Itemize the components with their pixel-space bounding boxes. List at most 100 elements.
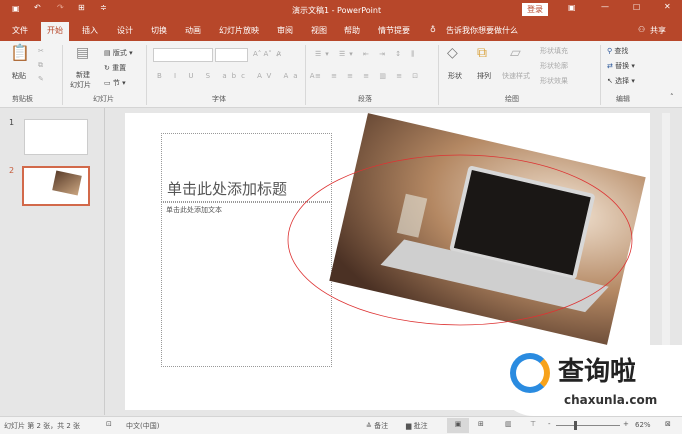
select-label: 选择 xyxy=(615,77,630,85)
tab-insert[interactable]: 插入 xyxy=(82,25,98,36)
zoom-slider-thumb[interactable] xyxy=(574,421,577,430)
shape-effects-button[interactable]: 形状效果 xyxy=(540,76,568,86)
replace-icon: ⇄ xyxy=(607,62,613,70)
group-label-paragraph: 段落 xyxy=(358,95,372,103)
thumbnail-pane: 1 2 xyxy=(0,108,105,415)
notes-label: 备注 xyxy=(374,422,389,430)
quick-styles-icon[interactable]: ▱ xyxy=(510,45,521,61)
ellipse-shape[interactable] xyxy=(285,148,635,333)
watermark-name: 查询啦 xyxy=(558,357,637,387)
zoom-level[interactable]: 62% xyxy=(635,421,651,429)
slide-info: 幻灯片 第 2 张，共 2 张 xyxy=(4,422,81,430)
share-button[interactable]: 共享 xyxy=(650,25,666,36)
shape-fill-button[interactable]: 形状填充 xyxy=(540,46,568,56)
save-icon[interactable]: ▣ xyxy=(12,4,20,13)
undo-icon[interactable]: ↶ xyxy=(34,3,41,12)
tab-help[interactable]: 帮助 xyxy=(344,25,360,36)
quick-styles-button[interactable]: 快速样式 xyxy=(502,71,530,81)
tab-file[interactable]: 文件 xyxy=(12,25,28,36)
tab-design[interactable]: 设计 xyxy=(117,25,133,36)
font-name-select[interactable] xyxy=(153,48,213,62)
group-label-font: 字体 xyxy=(212,95,226,103)
comments-label: 批注 xyxy=(413,422,428,430)
thumbnail-image xyxy=(52,170,82,196)
collapse-ribbon-icon[interactable]: ˄ xyxy=(670,93,674,101)
layout-button[interactable]: ▤ 版式 ▾ xyxy=(104,48,133,58)
spellcheck-icon[interactable]: ⊡ xyxy=(106,420,112,428)
share-icon[interactable]: ⚇ xyxy=(638,25,645,34)
tab-view[interactable]: 视图 xyxy=(311,25,327,36)
redo-icon[interactable]: ↷ xyxy=(57,3,64,12)
font-format-buttons[interactable]: B I U S abc AV Aa A xyxy=(157,72,320,80)
arrange-button[interactable]: 排列 xyxy=(477,71,491,81)
find-label: 查找 xyxy=(614,47,629,55)
minimize-button[interactable]: — xyxy=(601,2,609,11)
align-buttons[interactable]: ≡ ≡ ≡ ≡ ▥ ≡ ⊡ xyxy=(315,72,422,80)
group-label-drawing: 绘图 xyxy=(505,95,519,103)
tab-slideshow[interactable]: 幻灯片放映 xyxy=(219,25,259,36)
tab-review[interactable]: 审阅 xyxy=(277,25,293,36)
zoom-out-button[interactable]: - xyxy=(548,420,551,428)
copy-icon[interactable]: ⧉ xyxy=(38,61,43,70)
tab-transitions[interactable]: 切换 xyxy=(151,25,167,36)
cursor-icon: ↖ xyxy=(607,77,613,85)
window-title: 演示文稿1 - PowerPoint xyxy=(292,6,382,15)
shapes-button[interactable]: 形状 xyxy=(448,71,462,81)
present-icon[interactable]: ⊞ xyxy=(78,3,85,12)
tab-home[interactable]: 开始 xyxy=(41,22,69,41)
ribbon-tabs: 文件 开始 插入 设计 切换 动画 幻灯片放映 审阅 视图 帮助 情节提要 ♁ … xyxy=(0,20,682,41)
paste-icon[interactable]: 📋 xyxy=(10,43,30,62)
group-label-clipboard: 剪贴板 xyxy=(12,95,33,103)
reset-label: 重置 xyxy=(112,64,127,72)
replace-button[interactable]: ⇄ 替换 ▾ xyxy=(607,61,635,71)
shape-outline-button[interactable]: 形状轮廓 xyxy=(540,61,568,71)
title-bar: ▣ ↶ ↷ ⊞ ≑ 演示文稿1 - PowerPoint 登录 ▣ — ☐ ✕ xyxy=(0,0,682,20)
section-button[interactable]: ▭ 节 ▾ xyxy=(104,78,126,88)
new-slide-label[interactable]: 幻灯片 xyxy=(70,80,91,90)
replace-label: 替换 xyxy=(615,62,630,70)
find-button[interactable]: ⚲ 查找 xyxy=(607,46,628,56)
language-indicator[interactable]: 中文(中国) xyxy=(126,421,159,431)
slide-thumbnail-2[interactable] xyxy=(22,166,90,206)
paste-button[interactable]: 粘贴 xyxy=(12,71,26,81)
notes-button[interactable]: ≙ 备注 xyxy=(366,421,388,431)
content-placeholder-text: 单击此处添加文本 xyxy=(166,206,222,214)
fit-slide-button[interactable]: ⊠ xyxy=(665,420,671,428)
watermark-logo xyxy=(510,353,550,393)
maximize-button[interactable]: ☐ xyxy=(633,3,640,12)
close-button[interactable]: ✕ xyxy=(664,2,671,11)
ribbon: 📋 粘贴 ✂ ⧉ ✎ 剪贴板 ▤ 新建 幻灯片 ▤ 版式 ▾ ↻ 重置 ▭ 节 … xyxy=(0,41,682,108)
arrange-icon[interactable]: ⧉ xyxy=(477,45,487,61)
group-label-slides: 幻灯片 xyxy=(93,95,114,103)
watermark-url: chaxunla.com xyxy=(564,393,658,407)
ribbon-display-icon[interactable]: ▣ xyxy=(568,3,576,12)
list-buttons[interactable]: ☰▾ ☰▾ ⇤ ⇥ ↕ ⫼ xyxy=(315,50,419,59)
zoom-slider[interactable] xyxy=(556,425,620,426)
status-bar: 幻灯片 第 2 张，共 2 张 ⊡ 中文(中国) ≙ 备注 ▆ 批注 ▣ ⊞ ▥… xyxy=(0,416,682,434)
select-button[interactable]: ↖ 选择 ▾ xyxy=(607,76,635,86)
reading-view-button[interactable]: ▥ xyxy=(505,420,512,428)
shapes-icon[interactable]: ◇ xyxy=(447,45,458,61)
slideshow-button[interactable]: ⊤ xyxy=(530,420,536,428)
slide-thumbnail-1[interactable] xyxy=(24,119,88,155)
group-label-editing: 编辑 xyxy=(616,95,630,103)
customize-icon[interactable]: ≑ xyxy=(100,3,107,12)
tab-animations[interactable]: 动画 xyxy=(185,25,201,36)
comments-button[interactable]: ▆ 批注 xyxy=(406,421,428,431)
new-slide-icon[interactable]: ▤ xyxy=(76,45,89,61)
zoom-in-button[interactable]: + xyxy=(623,420,629,428)
font-size-select[interactable] xyxy=(215,48,248,62)
tab-storyboard[interactable]: 情节提要 xyxy=(378,25,410,36)
login-button[interactable]: 登录 xyxy=(522,3,548,16)
slide-sorter-button[interactable]: ⊞ xyxy=(478,420,484,428)
cut-icon[interactable]: ✂ xyxy=(38,47,44,55)
title-placeholder-text: 单击此处添加标题 xyxy=(167,180,288,198)
section-label: 节 xyxy=(112,79,120,87)
new-slide-button[interactable]: 新建 xyxy=(76,70,90,80)
format-painter-icon[interactable]: ✎ xyxy=(38,75,44,83)
font-size-buttons[interactable]: A˄ A˅ A̷ xyxy=(253,50,281,58)
normal-view-button[interactable]: ▣ xyxy=(447,418,469,433)
tell-me-input[interactable]: 告诉我你想要做什么 xyxy=(446,25,518,36)
reset-button[interactable]: ↻ 重置 xyxy=(104,63,126,73)
search-icon: ⚲ xyxy=(607,47,613,55)
